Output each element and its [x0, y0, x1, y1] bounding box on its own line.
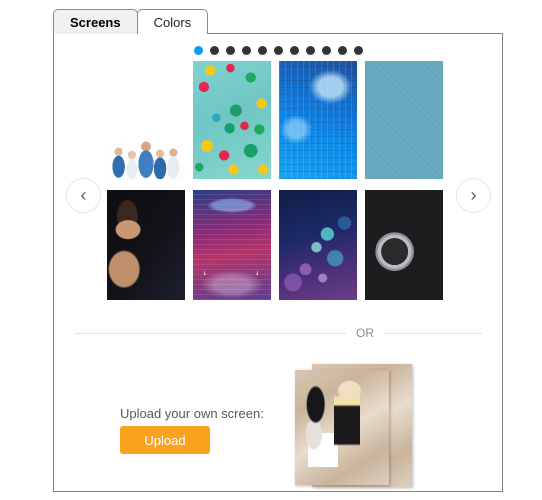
carousel-dot-11[interactable] [353, 46, 363, 55]
carousel-dot-7[interactable] [289, 46, 299, 55]
screen-thumbnail-medical-team[interactable] [107, 61, 185, 179]
thumbnail-row [107, 61, 457, 179]
upload-button[interactable]: Upload [120, 426, 210, 454]
upload-preview-stack [295, 364, 412, 487]
or-label: OR [356, 326, 374, 340]
tab-bar: Screens Colors [53, 8, 209, 34]
carousel-dot-5[interactable] [257, 46, 267, 55]
carousel-dot-6[interactable] [273, 46, 283, 55]
screen-thumbnail-circuit-board[interactable] [279, 61, 357, 179]
screens-panel: ‹ › OR Upload your own screen: Upload [56, 36, 500, 489]
carousel-dot-1[interactable] [193, 46, 203, 55]
or-divider: OR [74, 326, 482, 340]
upload-preview-image-front [295, 370, 389, 485]
carousel-dot-8[interactable] [305, 46, 315, 55]
thumbnail-row [107, 190, 457, 300]
screen-thumbnail-bokeh-lights[interactable] [279, 190, 357, 300]
screen-thumbnail-teal-texture[interactable] [365, 61, 443, 179]
screen-thumbnail-car-wheel[interactable] [365, 190, 443, 300]
tab-colors[interactable]: Colors [136, 9, 209, 34]
carousel-dot-2[interactable] [209, 46, 219, 55]
carousel-dot-10[interactable] [337, 46, 347, 55]
carousel-dot-3[interactable] [225, 46, 235, 55]
chevron-right-icon[interactable]: › [456, 178, 491, 213]
upload-instruction-label: Upload your own screen: [120, 406, 264, 421]
divider-line-left [74, 332, 346, 334]
screen-thumbnail-concert-stage[interactable] [193, 190, 271, 300]
chevron-left-icon[interactable]: ‹ [66, 178, 101, 213]
tab-screens[interactable]: Screens [53, 9, 138, 34]
carousel-dot-4[interactable] [241, 46, 251, 55]
carousel-dots [56, 46, 500, 55]
divider-line-right [384, 332, 482, 334]
carousel-dot-9[interactable] [321, 46, 331, 55]
screen-thumbnail-balloons[interactable] [193, 61, 271, 179]
screen-picker-widget: Screens Colors ‹ › OR Upload your own sc… [0, 0, 542, 500]
screen-thumbnail-portrait[interactable] [107, 190, 185, 300]
screen-thumbnail-grid [107, 61, 457, 311]
